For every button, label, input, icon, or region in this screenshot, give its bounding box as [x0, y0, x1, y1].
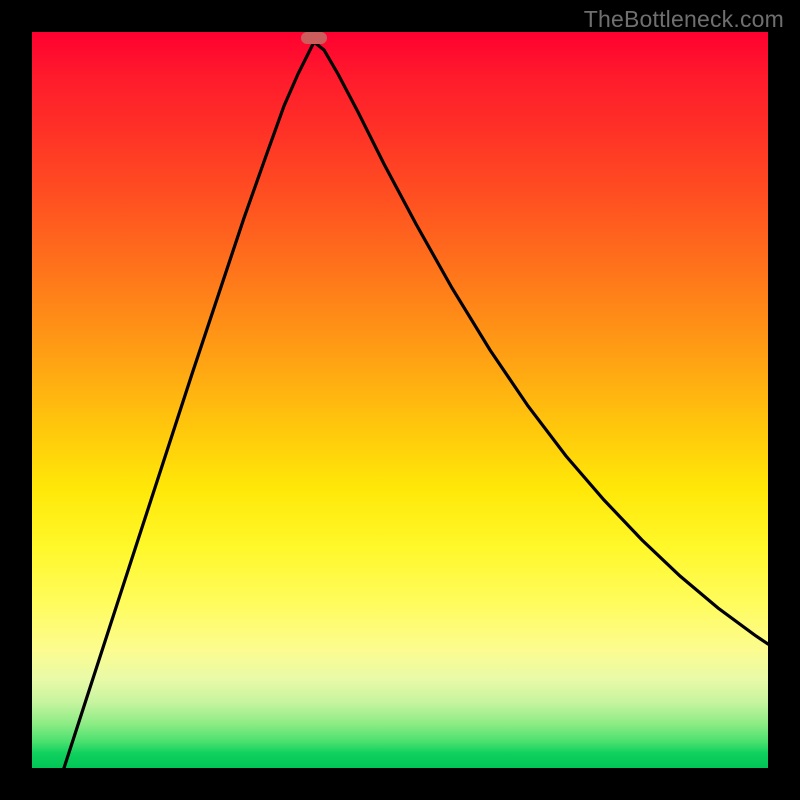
- chart-frame: TheBottleneck.com: [0, 0, 800, 800]
- attribution-text: TheBottleneck.com: [584, 6, 784, 33]
- bottleneck-curve: [32, 32, 768, 768]
- plot-area: [32, 32, 768, 768]
- optimum-marker: [301, 32, 327, 44]
